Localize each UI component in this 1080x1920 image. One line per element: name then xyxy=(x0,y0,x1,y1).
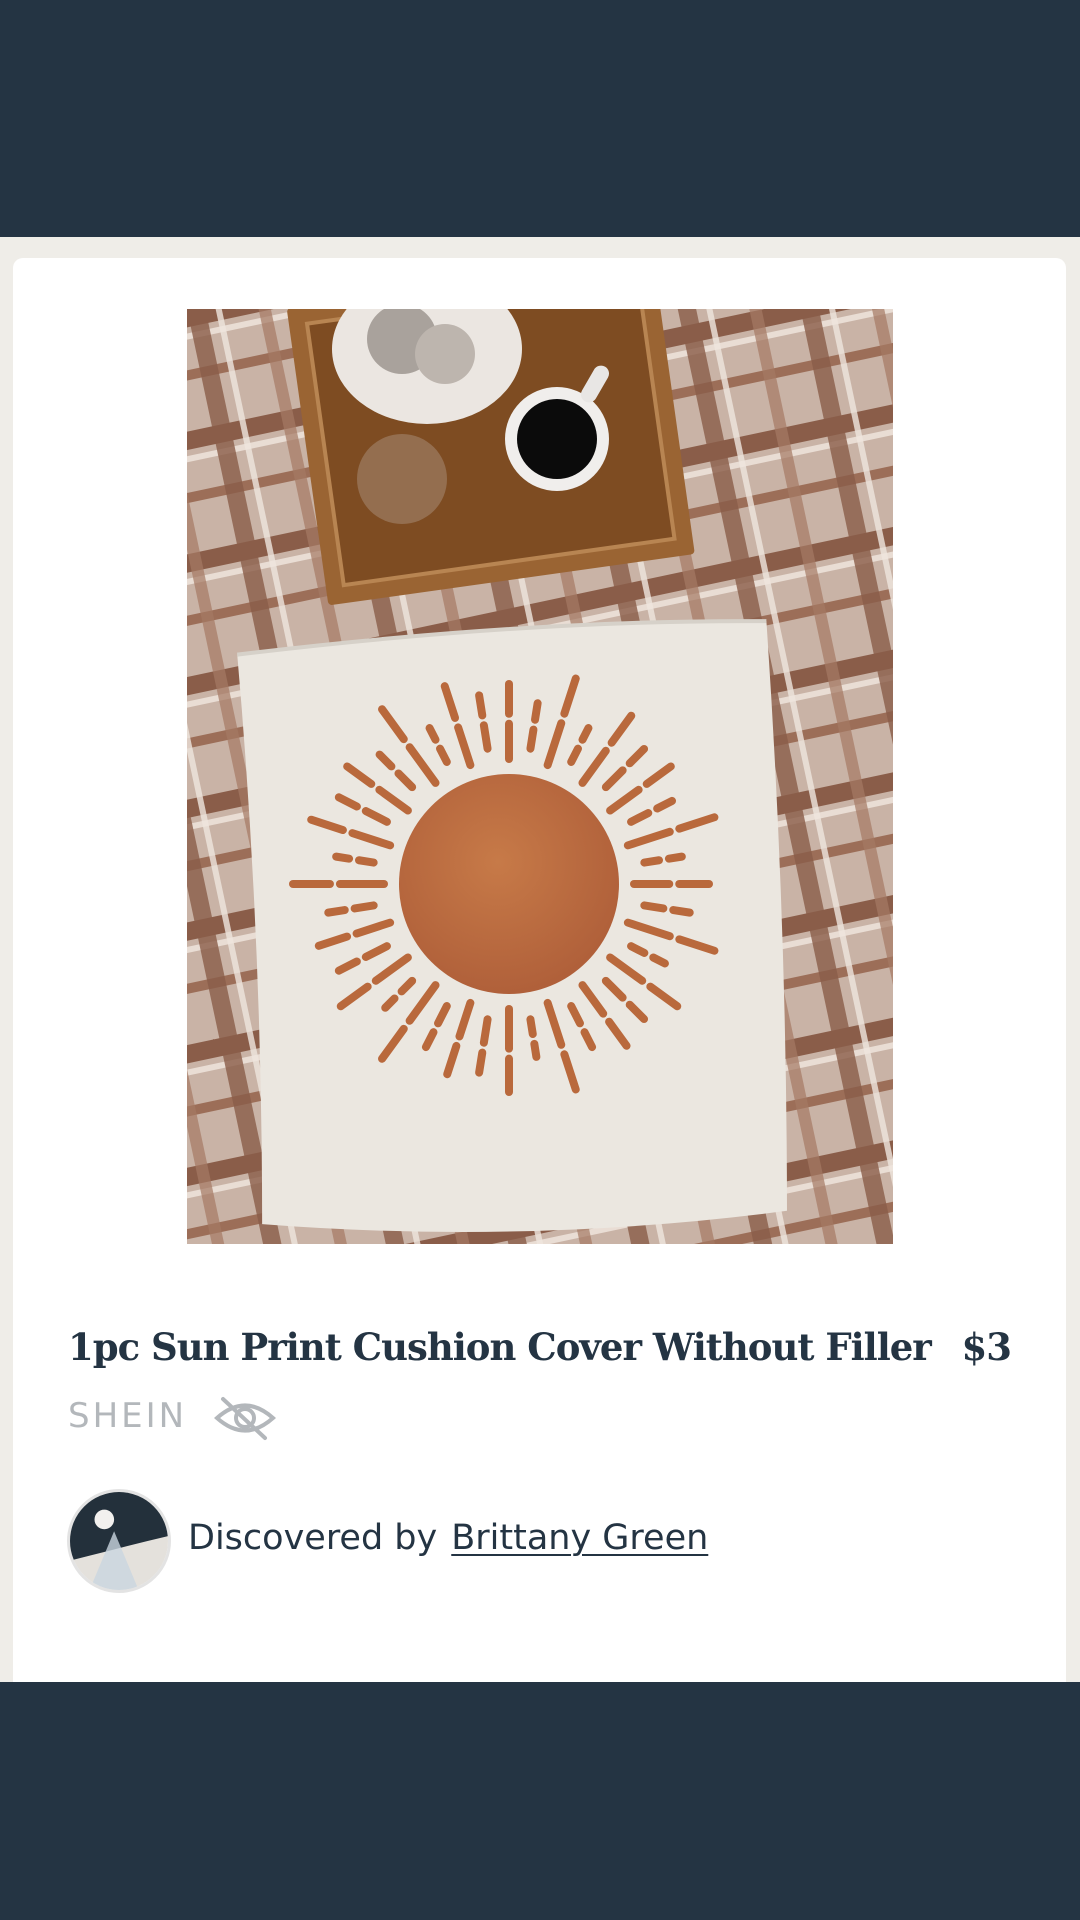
sun-ray xyxy=(530,1039,541,1061)
sun-ray xyxy=(332,852,354,863)
sun-ray xyxy=(531,699,542,724)
sun-ray xyxy=(669,906,694,917)
sun-ray xyxy=(324,906,349,917)
discovered-by: Discovered by Brittany Green xyxy=(188,1518,708,1558)
top-dark-band xyxy=(0,0,1080,237)
sun-ray xyxy=(475,691,487,720)
bottom-dark-band xyxy=(0,1682,1080,1920)
sun-ray xyxy=(526,1015,537,1039)
product-image[interactable] xyxy=(187,309,893,1244)
eye-slash-icon[interactable] xyxy=(213,1395,277,1441)
sun-ray xyxy=(475,1048,487,1077)
user-avatar[interactable] xyxy=(67,1489,171,1593)
product-card[interactable]: 1pc Sun Print Cushion Cover Without Fill… xyxy=(13,258,1066,1682)
sun-disc xyxy=(399,774,619,994)
sun-ray xyxy=(479,1015,492,1047)
store-name[interactable]: SHEIN xyxy=(68,1396,187,1436)
sun-ray xyxy=(425,724,440,744)
sun-ray xyxy=(640,901,668,913)
sun-ray xyxy=(354,856,378,867)
sun-ray xyxy=(578,724,593,744)
sun-ray xyxy=(526,725,538,753)
sun-ray xyxy=(479,721,492,753)
product-price: $3 xyxy=(961,1325,1012,1369)
discoverer-link[interactable]: Brittany Green xyxy=(451,1518,708,1558)
sun-ray xyxy=(640,856,664,867)
sun-ray xyxy=(350,901,378,913)
discovered-by-label: Discovered by xyxy=(188,1518,438,1558)
sun-ray xyxy=(649,953,669,968)
product-title[interactable]: 1pc Sun Print Cushion Cover Without Fill… xyxy=(68,1325,932,1369)
content-sheet: 1pc Sun Print Cushion Cover Without Fill… xyxy=(0,237,1080,1682)
sun-ray xyxy=(664,852,686,863)
